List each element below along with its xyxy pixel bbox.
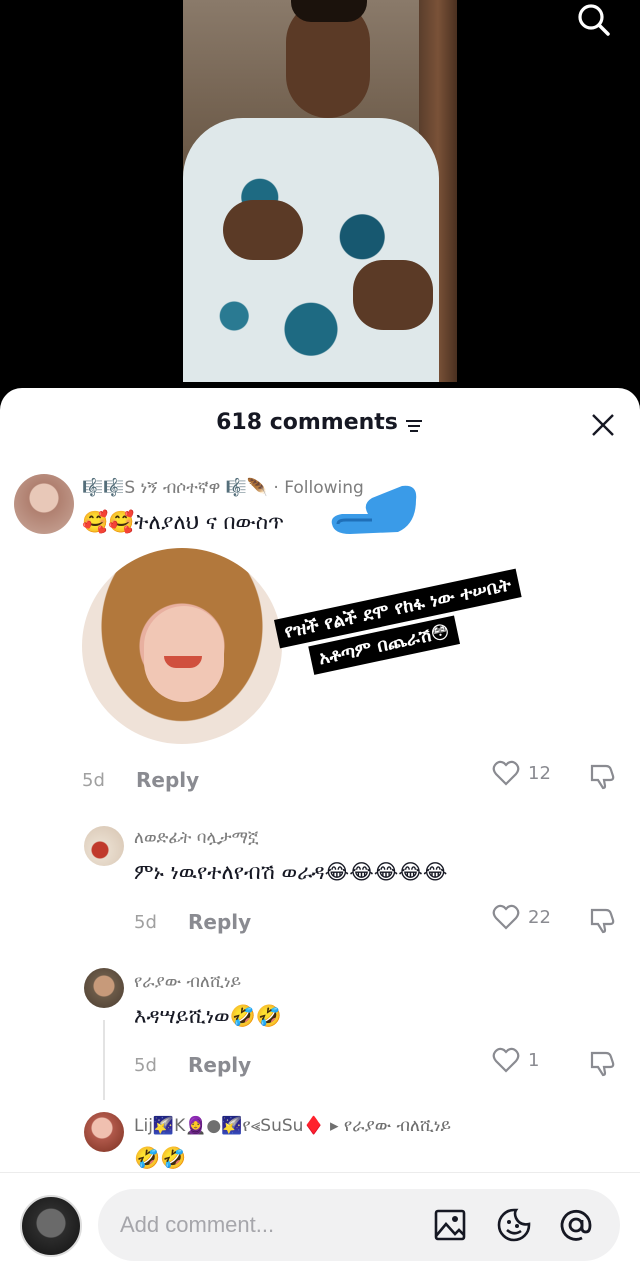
dislike-icon[interactable] (588, 1047, 618, 1077)
comment-image[interactable] (82, 548, 282, 744)
like-count: 1 (528, 1049, 540, 1071)
like-button[interactable]: 22 (492, 904, 551, 930)
add-comment-input[interactable] (120, 1189, 420, 1261)
image-icon[interactable] (430, 1205, 470, 1245)
comment-input-container[interactable] (98, 1189, 620, 1261)
reply-button[interactable]: Reply (188, 1053, 251, 1077)
heart-icon (492, 760, 520, 786)
reply-button[interactable]: Reply (188, 910, 251, 934)
comment-username[interactable]: 🎼🎼S ነኝ ብሶተኛዋ 🎼🪶 · Following (82, 478, 364, 498)
comment-time: 5d (134, 1055, 157, 1076)
dislike-icon[interactable] (588, 760, 618, 790)
comment-text: እዳሣይሺነወ🤣🤣 (134, 1004, 282, 1028)
comments-count-title: 618 comments (0, 410, 640, 435)
comment-username[interactable]: Lij🌠K🧕●🌠የ⪡SuSu♦️ ▸ የራያው ብለሺነይ (134, 1116, 451, 1136)
avatar[interactable] (14, 474, 74, 534)
comment-text: 🥰🥰ትለያለህ ና በውስጥ (82, 510, 285, 534)
image-caption: የዝች የልች ደሞ የከፋ ነው ተሠቤት አቶጣም በጨራሽ😳 (274, 568, 532, 729)
like-count: 22 (528, 906, 551, 928)
comment-time: 5d (134, 912, 157, 933)
heart-icon (492, 904, 520, 930)
comments-header: 618 comments (0, 388, 640, 462)
like-button[interactable]: 1 (492, 1047, 539, 1073)
reply-button[interactable]: Reply (136, 768, 199, 792)
thread-line (103, 1020, 105, 1100)
filter-icon[interactable] (404, 415, 424, 432)
comment-username[interactable]: የራያው ብለሺነይ (134, 972, 241, 992)
mention-icon[interactable] (556, 1205, 596, 1245)
comment-username[interactable]: ለወድፊት ባሏታማኟ (134, 828, 258, 848)
comment-input-bar (0, 1172, 640, 1287)
comment-text: 🤣🤣 (134, 1146, 187, 1170)
video-player[interactable] (0, 0, 640, 400)
comment-text: ምኑ ነዉየተለየብሽ ወራዳ😂😂😂😂😂 (134, 860, 448, 884)
avatar[interactable] (84, 968, 124, 1008)
close-icon[interactable] (586, 408, 620, 442)
heart-icon (492, 1047, 520, 1073)
comments-sheet: 618 comments 🎼🎼S ነኝ ብሶተኛዋ 🎼🪶 · Following… (0, 388, 640, 1287)
comment-time: 5d (82, 770, 105, 791)
avatar[interactable] (84, 1112, 124, 1152)
pointing-hand-icon (328, 480, 420, 540)
video-frame (183, 0, 457, 382)
like-count: 12 (528, 762, 551, 784)
emoji-icon[interactable] (494, 1205, 534, 1245)
dislike-icon[interactable] (588, 904, 618, 934)
like-button[interactable]: 12 (492, 760, 551, 786)
my-avatar[interactable] (20, 1195, 82, 1257)
comments-count: 618 comments (216, 410, 398, 435)
search-icon[interactable] (574, 0, 614, 40)
avatar[interactable] (84, 826, 124, 866)
